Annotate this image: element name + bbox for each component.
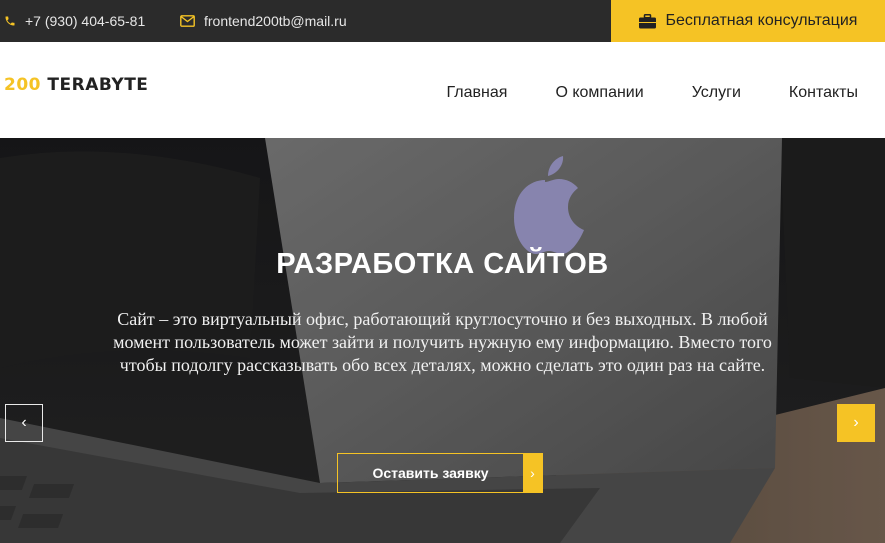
nav-item-services[interactable]: Услуги — [692, 84, 741, 102]
site-logo[interactable]: 200 TERABYTE — [4, 75, 148, 95]
slider-next-button[interactable]: › — [837, 404, 875, 442]
phone-number: +7 (930) 404-65-81 — [25, 13, 146, 29]
leave-request-label: Оставить заявку — [372, 465, 489, 481]
nav-item-contacts[interactable]: Контакты — [789, 84, 858, 102]
hero-title: РАЗРАБОТКА САЙТОВ — [276, 248, 609, 280]
hero-slider: РАЗРАБОТКА САЙТОВ Сайт – это виртуальный… — [0, 138, 885, 543]
hero-description: Сайт – это виртуальный офис, работающий … — [113, 309, 772, 375]
nav-item-home[interactable]: Главная — [447, 84, 508, 102]
mail-icon — [180, 15, 195, 27]
slider-prev-button[interactable]: ‹ — [5, 404, 43, 442]
site-header: 200 TERABYTE Главная О компании Услуги К… — [0, 42, 885, 138]
logo-name: TERABYTE — [41, 75, 149, 95]
logo-number: 200 — [4, 75, 41, 95]
briefcase-icon — [638, 13, 656, 28]
main-nav: Главная О компании Услуги Контакты — [447, 84, 858, 102]
top-email[interactable]: frontend200tb@mail.ru — [180, 0, 347, 42]
phone-icon — [5, 16, 15, 26]
leave-request-button[interactable]: Оставить заявку › — [337, 453, 543, 493]
free-consultation-button[interactable]: Бесплатная консультация — [611, 0, 885, 42]
chevron-right-icon: › — [853, 414, 859, 431]
nav-item-about[interactable]: О компании — [555, 84, 643, 102]
chevron-right-icon: › — [523, 454, 542, 492]
email-address: frontend200tb@mail.ru — [204, 13, 347, 29]
chevron-left-icon: ‹ — [21, 414, 27, 431]
top-bar: +7 (930) 404-65-81 frontend200tb@mail.ru… — [0, 0, 885, 42]
top-phone[interactable]: +7 (930) 404-65-81 — [4, 0, 145, 42]
free-consultation-label: Бесплатная консультация — [665, 12, 858, 29]
